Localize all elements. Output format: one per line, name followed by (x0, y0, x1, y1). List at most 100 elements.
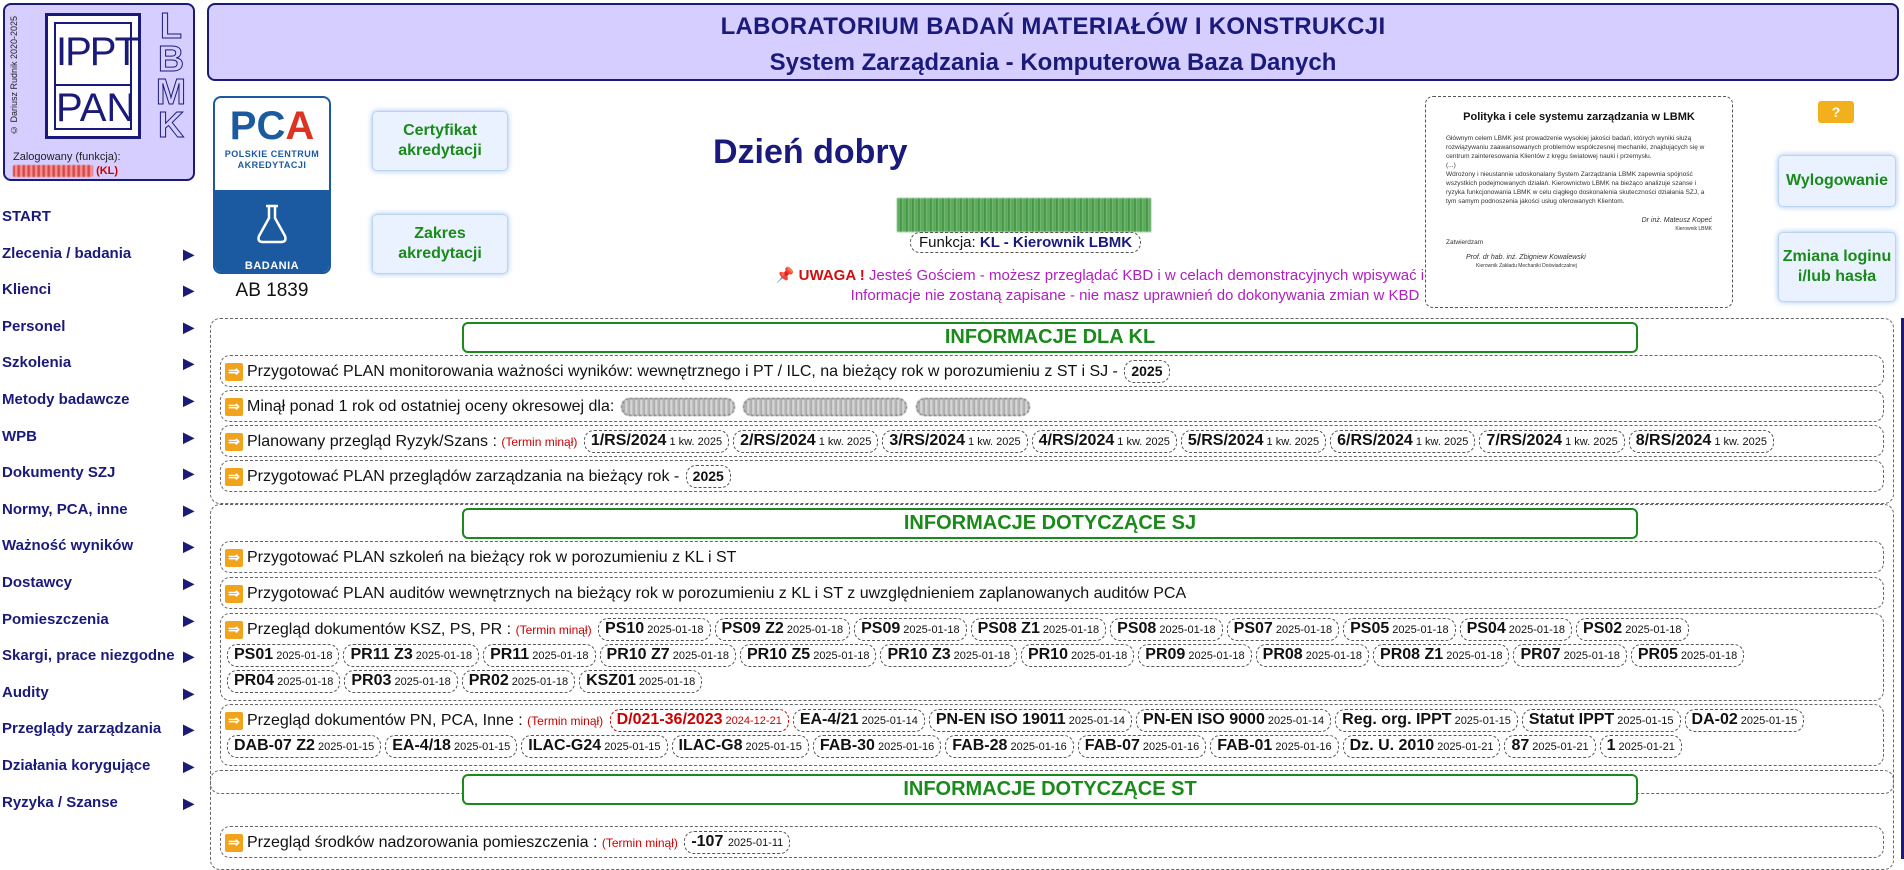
document-chip[interactable]: PR04 2025-01-18 (227, 670, 341, 694)
document-chip[interactable]: -107 2025-01-11 (684, 831, 791, 855)
year-chip[interactable]: 2025 (685, 465, 731, 489)
kl-row-validity-plan[interactable]: ⇒ Przygotować PLAN monitorowania ważności… (220, 355, 1884, 387)
document-chip[interactable]: PR05 2025-01-18 (1630, 644, 1745, 668)
document-chip[interactable]: PR10 Z5 2025-01-18 (740, 644, 877, 668)
st-row-room-supervision[interactable]: ⇒ Przegląd środków nadzorowania pomieszcz… (220, 826, 1884, 858)
username-redacted (13, 165, 93, 178)
document-chip[interactable]: PN-EN ISO 9000 2025-01-14 (1136, 709, 1332, 733)
document-chip[interactable]: PS05 2025-01-18 (1343, 618, 1456, 642)
quality-policy-card[interactable]: Polityka i cele systemu zarządzania w LB… (1425, 96, 1733, 308)
sidebar-item-3[interactable]: Personel ▶ (0, 314, 200, 351)
sj-row-ksz-documents[interactable]: ⇒ Przegląd dokumentów KSZ, PS, PR : (Term… (220, 613, 1884, 701)
sidebar-item-1[interactable]: Zlecenia / badania ▶ (0, 241, 200, 278)
change-login-button[interactable]: Zmiana loginu i/lub hasła (1778, 232, 1896, 302)
document-chip[interactable]: 7/RS/2024 1 kw. 2025 (1479, 430, 1625, 454)
person-chip-redacted[interactable] (620, 397, 735, 416)
document-chip[interactable]: DAB-07 Z2 2025-01-15 (227, 735, 382, 759)
document-chip[interactable]: PR11 2025-01-18 (483, 644, 596, 668)
document-chip[interactable]: PR09 2025-01-18 (1138, 644, 1252, 668)
chevron-right-icon: ▶ (183, 465, 194, 482)
sidebar-item-7[interactable]: Dokumenty SZJ ▶ (0, 460, 200, 497)
chevron-right-icon: ▶ (183, 648, 194, 665)
certyfikat-button[interactable]: Certyfikat akredytacji (372, 111, 508, 171)
document-chip[interactable]: 1 2025-01-21 (1599, 735, 1682, 759)
document-chip[interactable]: Reg. org. IPPT 2025-01-15 (1335, 709, 1518, 733)
sidebar-item-12[interactable]: Skargi, prace niezgodne ▶ (0, 643, 200, 680)
document-chip[interactable]: KSZ01 2025-01-18 (579, 670, 703, 694)
sidebar-item-6[interactable]: WPB ▶ (0, 424, 200, 461)
sidebar-item-16[interactable]: Ryzyka / Szanse ▶ (0, 790, 200, 827)
sidebar-item-2[interactable]: Klienci ▶ (0, 277, 200, 314)
document-chip[interactable]: PS04 2025-01-18 (1459, 618, 1573, 642)
pca-subtitle-1: POLSKIE CENTRUM (224, 149, 320, 159)
document-chip[interactable]: Dz. U. 2010 2025-01-21 (1342, 735, 1501, 759)
policy-paragraph-3: Wdrożony i nieustannie udoskonalany Syst… (1446, 171, 1705, 205)
document-chip[interactable]: D/021-36/2023 2024-12-21 (609, 709, 789, 733)
arrow-right-icon: ⇒ (225, 711, 243, 730)
person-chip-redacted[interactable] (915, 397, 1030, 416)
document-chip[interactable]: PS02 2025-01-18 (1576, 618, 1689, 642)
sidebar-item-8[interactable]: Normy, PCA, inne ▶ (0, 497, 200, 534)
sidebar-item-11[interactable]: Pomieszczenia ▶ (0, 607, 200, 644)
document-chip[interactable]: 2/RS/2024 1 kw. 2025 (733, 430, 879, 454)
sj-row-training-plan[interactable]: ⇒ Przygotować PLAN szkoleń na bieżący rok… (220, 541, 1884, 573)
sidebar-item-9[interactable]: Ważność wyników ▶ (0, 533, 200, 570)
kl-row-management-review[interactable]: ⇒ Przygotować PLAN przeglądów zarządzania… (220, 460, 1884, 492)
document-chip[interactable]: 8/RS/2024 1 kw. 2025 (1628, 430, 1774, 454)
document-chip[interactable]: DA-02 2025-01-15 (1684, 709, 1805, 733)
document-chip[interactable]: FAB-07 2025-01-16 (1077, 735, 1207, 759)
document-chip[interactable]: PS09 Z2 2025-01-18 (714, 618, 851, 642)
year-chip[interactable]: 2025 (1124, 360, 1170, 384)
document-chip[interactable]: 5/RS/2024 1 kw. 2025 (1180, 430, 1327, 454)
document-chip[interactable]: 4/RS/2024 1 kw. 2025 (1031, 430, 1177, 454)
document-chip[interactable]: 1/RS/2024 1 kw. 2025 (583, 430, 730, 454)
document-chip[interactable]: PS10 2025-01-18 (598, 618, 711, 642)
document-chip[interactable]: FAB-30 2025-01-16 (812, 735, 942, 759)
zakres-button[interactable]: Zakres akredytacji (372, 214, 508, 274)
document-chip[interactable]: Statut IPPT 2025-01-15 (1521, 709, 1681, 733)
policy-signature-1: Dr inż. Mateusz Kopeć (1641, 217, 1712, 224)
document-chip[interactable]: PR08 Z1 2025-01-18 (1373, 644, 1510, 668)
document-chip[interactable]: PR07 2025-01-18 (1513, 644, 1627, 668)
kl-row-periodic-evaluation[interactable]: ⇒ Minął ponad 1 rok od ostatniej oceny ok… (220, 390, 1884, 422)
document-chip[interactable]: 3/RS/2024 1 kw. 2025 (882, 430, 1028, 454)
document-chip[interactable]: PS08 Z1 2025-01-18 (970, 618, 1107, 642)
document-chip[interactable]: PR10 Z3 2025-01-18 (880, 644, 1017, 668)
sidebar-item-5[interactable]: Metody badawcze ▶ (0, 387, 200, 424)
document-chip[interactable]: FAB-28 2025-01-16 (945, 735, 1074, 759)
document-chip[interactable]: PR10 2025-01-18 (1020, 644, 1135, 668)
sidebar-item-13[interactable]: Audity ▶ (0, 680, 200, 717)
sidebar-item-4[interactable]: Szkolenia ▶ (0, 350, 200, 387)
document-chip[interactable]: PS01 2025-01-18 (227, 644, 340, 668)
sj-row-pn-documents[interactable]: ⇒ Przegląd dokumentów PN, PCA, Inne : (Te… (220, 704, 1884, 766)
document-chip[interactable]: 87 2025-01-21 (1504, 735, 1596, 759)
logout-button[interactable]: Wylogowanie (1778, 155, 1896, 207)
person-chip-redacted[interactable] (743, 397, 908, 416)
sj-row-audit-plan[interactable]: ⇒ Przygotować PLAN auditów wewnętrznych n… (220, 577, 1884, 609)
policy-signature-2: Prof. dr hab. inż. Zbigniew Kowalewski (1466, 254, 1586, 261)
document-chip[interactable]: EA-4/18 2025-01-15 (385, 735, 518, 759)
sidebar-item-15[interactable]: Działania korygujące ▶ (0, 753, 200, 790)
document-chip[interactable]: ILAC-G24 2025-01-15 (521, 735, 668, 759)
document-chip[interactable]: PR11 Z3 2025-01-18 (343, 644, 480, 668)
document-chip[interactable]: PS08 2025-01-18 (1110, 618, 1223, 642)
document-chip[interactable]: EA-4/21 2025-01-14 (792, 709, 925, 733)
document-chip[interactable]: PR03 2025-01-18 (344, 670, 458, 694)
document-chip[interactable]: 6/RS/2024 1 kw. 2025 (1330, 430, 1476, 454)
document-chip[interactable]: PN-EN ISO 19011 2025-01-14 (928, 709, 1133, 733)
document-chip[interactable]: PR10 Z7 2025-01-18 (599, 644, 736, 668)
document-chip[interactable]: ILAC-G8 2025-01-15 (671, 735, 809, 759)
logged-label: Zalogowany (funkcja): (13, 151, 121, 163)
document-chip[interactable]: PR08 2025-01-18 (1255, 644, 1370, 668)
help-button[interactable]: ? (1818, 101, 1854, 123)
pca-logo[interactable]: PCA POLSKIE CENTRUM AKREDYTACJI BADANIA (213, 96, 331, 274)
sidebar-item-14[interactable]: Przeglądy zarządzania ▶ (0, 716, 200, 753)
document-chip[interactable]: FAB-01 2025-01-16 (1210, 735, 1339, 759)
kl-row-risk-review[interactable]: ⇒ Planowany przegląd Ryzyk/Szans : (Termi… (220, 425, 1884, 457)
page-subtitle: System Zarządzania - Komputerowa Baza Da… (769, 49, 1337, 76)
document-chip[interactable]: PS09 2025-01-18 (854, 618, 967, 642)
document-chip[interactable]: PS07 2025-01-18 (1226, 618, 1340, 642)
document-chip[interactable]: PR02 2025-01-18 (461, 670, 576, 694)
sidebar-item-0[interactable]: START (0, 204, 200, 241)
sidebar-item-10[interactable]: Dostawcy ▶ (0, 570, 200, 607)
